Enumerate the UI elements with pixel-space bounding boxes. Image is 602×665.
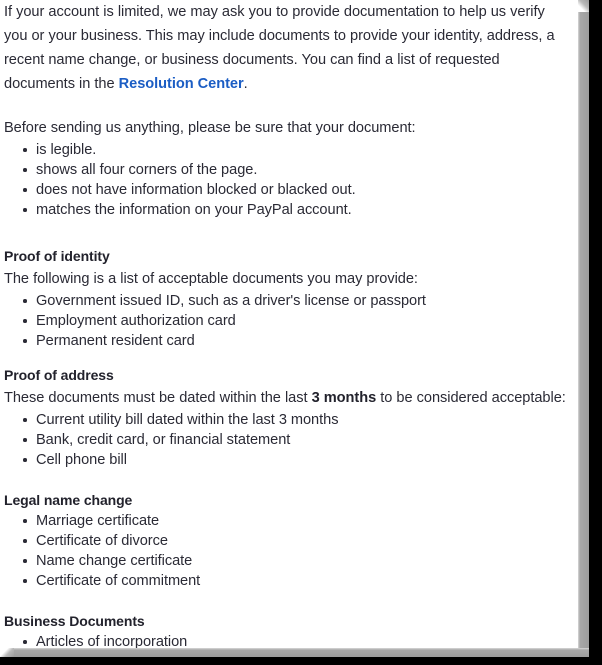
resolution-center-link[interactable]: Resolution Center [119, 76, 244, 92]
proof-of-address-lead-in-part2: to be considered acceptable: [376, 390, 566, 406]
list-item: Bank, credit card, or financial statemen… [4, 430, 572, 450]
proof-of-address-list: Current utility bill dated within the la… [4, 410, 572, 470]
page-shadow-bottom [0, 648, 589, 657]
list-item: Name change certificate [4, 551, 572, 571]
proof-of-address-duration: 3 months [311, 390, 377, 406]
list-item-label: Marriage certificate [36, 513, 160, 529]
list-item: matches the information on your PayPal a… [4, 200, 572, 220]
document-page: If your account is limited, we may ask y… [0, 0, 578, 648]
list-item: Government issued ID, such as a driver's… [4, 291, 572, 311]
list-item-label: Employment authorization card [36, 313, 236, 329]
list-item: does not have information blocked or bla… [4, 180, 572, 200]
list-item-label: matches the information on your PayPal a… [36, 202, 352, 218]
list-item-label: Articles of incorporation [36, 634, 188, 648]
list-item: Current utility bill dated within the la… [4, 410, 572, 430]
list-item: Certificate of divorce [4, 531, 572, 551]
list-item: Marriage certificate [4, 511, 572, 531]
proof-of-address-lead-in: These documents must be dated within the… [4, 386, 572, 410]
list-item-label: Current utility bill dated within the la… [36, 412, 339, 428]
section-heading-business-documents: Business Documents [4, 613, 145, 629]
list-item: Employment authorization card [4, 311, 572, 331]
list-item-label: Government issued ID, such as a driver's… [36, 293, 426, 309]
bullet-icon [23, 579, 27, 583]
page-shadow-right [578, 0, 589, 657]
list-item-label: shows all four corners of the page. [36, 162, 258, 178]
bullet-icon [23, 168, 27, 172]
list-item-label: Permanent resident card [36, 333, 195, 349]
proof-of-address-lead-in-part1: These documents must be dated within the… [4, 390, 312, 406]
section-heading-legal-name-change: Legal name change [4, 492, 133, 508]
list-item-label: Cell phone bill [36, 452, 127, 468]
proof-of-identity-lead-in: The following is a list of acceptable do… [4, 271, 418, 287]
checklist-list: is legible. shows all four corners of th… [4, 140, 572, 220]
section-heading-proof-of-identity: Proof of identity [4, 248, 110, 264]
intro-paragraph: If your account is limited, we may ask y… [4, 0, 572, 96]
list-item: Certificate of commitment [4, 571, 572, 591]
bullet-icon [23, 458, 27, 462]
proof-of-identity-list: Government issued ID, such as a driver's… [4, 291, 572, 351]
page-shadow-corner-bottom-left [0, 648, 14, 657]
page-shadow-corner-top-right [578, 0, 589, 12]
list-item: Articles of incorporation [4, 632, 572, 648]
business-documents-list: Articles of incorporation Current busine… [4, 632, 572, 648]
legal-name-change-list: Marriage certificate Certificate of divo… [4, 511, 572, 591]
intro-text-after-link: . [243, 76, 248, 92]
list-item-label: Certificate of divorce [36, 533, 168, 549]
list-item: Permanent resident card [4, 331, 572, 351]
list-item: Cell phone bill [4, 450, 572, 470]
list-item-label: Name change certificate [36, 553, 193, 569]
list-item: shows all four corners of the page. [4, 160, 572, 180]
checklist-lead-in: Before sending us anything, please be su… [4, 120, 416, 136]
bullet-icon [23, 519, 27, 523]
bullet-icon [23, 640, 27, 644]
bullet-icon [23, 299, 27, 303]
list-item: is legible. [4, 140, 572, 160]
bullet-icon [23, 148, 27, 152]
bullet-icon [23, 188, 27, 192]
list-item-label: is legible. [36, 142, 97, 158]
list-item-label: does not have information blocked or bla… [36, 182, 356, 198]
bullet-icon [23, 319, 27, 323]
document-content: If your account is limited, we may ask y… [0, 0, 578, 648]
bullet-icon [23, 339, 27, 343]
intro-text-before-link: If your account is limited, we may ask y… [4, 4, 555, 92]
bullet-icon [23, 559, 27, 563]
section-heading-proof-of-address: Proof of address [4, 367, 114, 383]
bullet-icon [23, 438, 27, 442]
bullet-icon [23, 418, 27, 422]
bullet-icon [23, 208, 27, 212]
list-item-label: Bank, credit card, or financial statemen… [36, 432, 291, 448]
bullet-icon [23, 539, 27, 543]
list-item-label: Certificate of commitment [36, 573, 201, 589]
